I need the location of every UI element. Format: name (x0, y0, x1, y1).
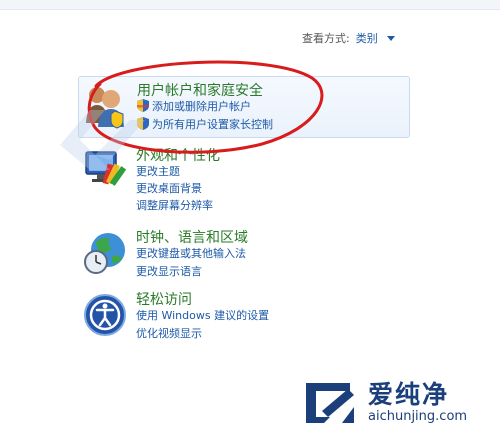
category-appearance[interactable]: 外观和个性化 更改主题 更改桌面背景 调整屏幕分辨率 (78, 142, 410, 212)
category-title[interactable]: 用户帐户和家庭安全 (137, 80, 263, 100)
change-display-language-link[interactable]: 更改显示语言 (136, 263, 202, 279)
use-recommended-settings-link[interactable]: 使用 Windows 建议的设置 (136, 307, 269, 323)
change-keyboard-link[interactable]: 更改键盘或其他输入法 (136, 245, 246, 261)
annotation-ellipse (87, 60, 324, 154)
chevron-down-icon[interactable] (386, 36, 395, 41)
add-remove-accounts-link[interactable]: 添加或删除用户帐户 (137, 98, 251, 114)
clock-globe-icon (84, 233, 125, 274)
change-desktop-background-link[interactable]: 更改桌面背景 (136, 180, 202, 196)
category-ease-of-access[interactable]: 轻松访问 使用 Windows 建议的设置 优化视频显示 (78, 286, 410, 341)
uac-shield-icon (137, 117, 149, 130)
users-icon (86, 87, 124, 129)
category-title[interactable]: 轻松访问 (136, 289, 192, 309)
link-label[interactable]: 添加或删除用户帐户 (152, 100, 251, 113)
parental-controls-link[interactable]: 为所有用户设置家长控制 (137, 116, 273, 132)
appearance-icon (85, 151, 126, 186)
logo-mark-icon (306, 383, 354, 423)
window-top-strip (0, 0, 500, 10)
view-by-value[interactable]: 类别 (356, 30, 378, 46)
uac-shield-icon (137, 99, 149, 112)
view-by-label: 查看方式: (302, 32, 350, 45)
category-user-accounts[interactable]: 用户帐户和家庭安全 添加或删除用户帐户 为所有用户设置家长控制 (78, 76, 410, 138)
link-label[interactable]: 为所有用户设置家长控制 (152, 118, 273, 131)
site-logo: 爱纯净 aichunjing.com (300, 375, 500, 432)
change-theme-link[interactable]: 更改主题 (136, 163, 180, 179)
ease-of-access-icon (84, 294, 126, 336)
logo-url: aichunjing.com (368, 409, 468, 424)
category-title[interactable]: 时钟、语言和区域 (136, 227, 248, 247)
category-title[interactable]: 外观和个性化 (136, 145, 220, 165)
logo-name: 爱纯净 (368, 380, 450, 409)
optimize-video-display-link[interactable]: 优化视频显示 (136, 325, 202, 341)
adjust-resolution-link[interactable]: 调整屏幕分辨率 (136, 197, 213, 213)
view-by-control[interactable]: 查看方式: 类别 (302, 30, 395, 46)
category-clock-language-region[interactable]: 时钟、语言和区域 更改键盘或其他输入法 更改显示语言 (78, 224, 410, 279)
